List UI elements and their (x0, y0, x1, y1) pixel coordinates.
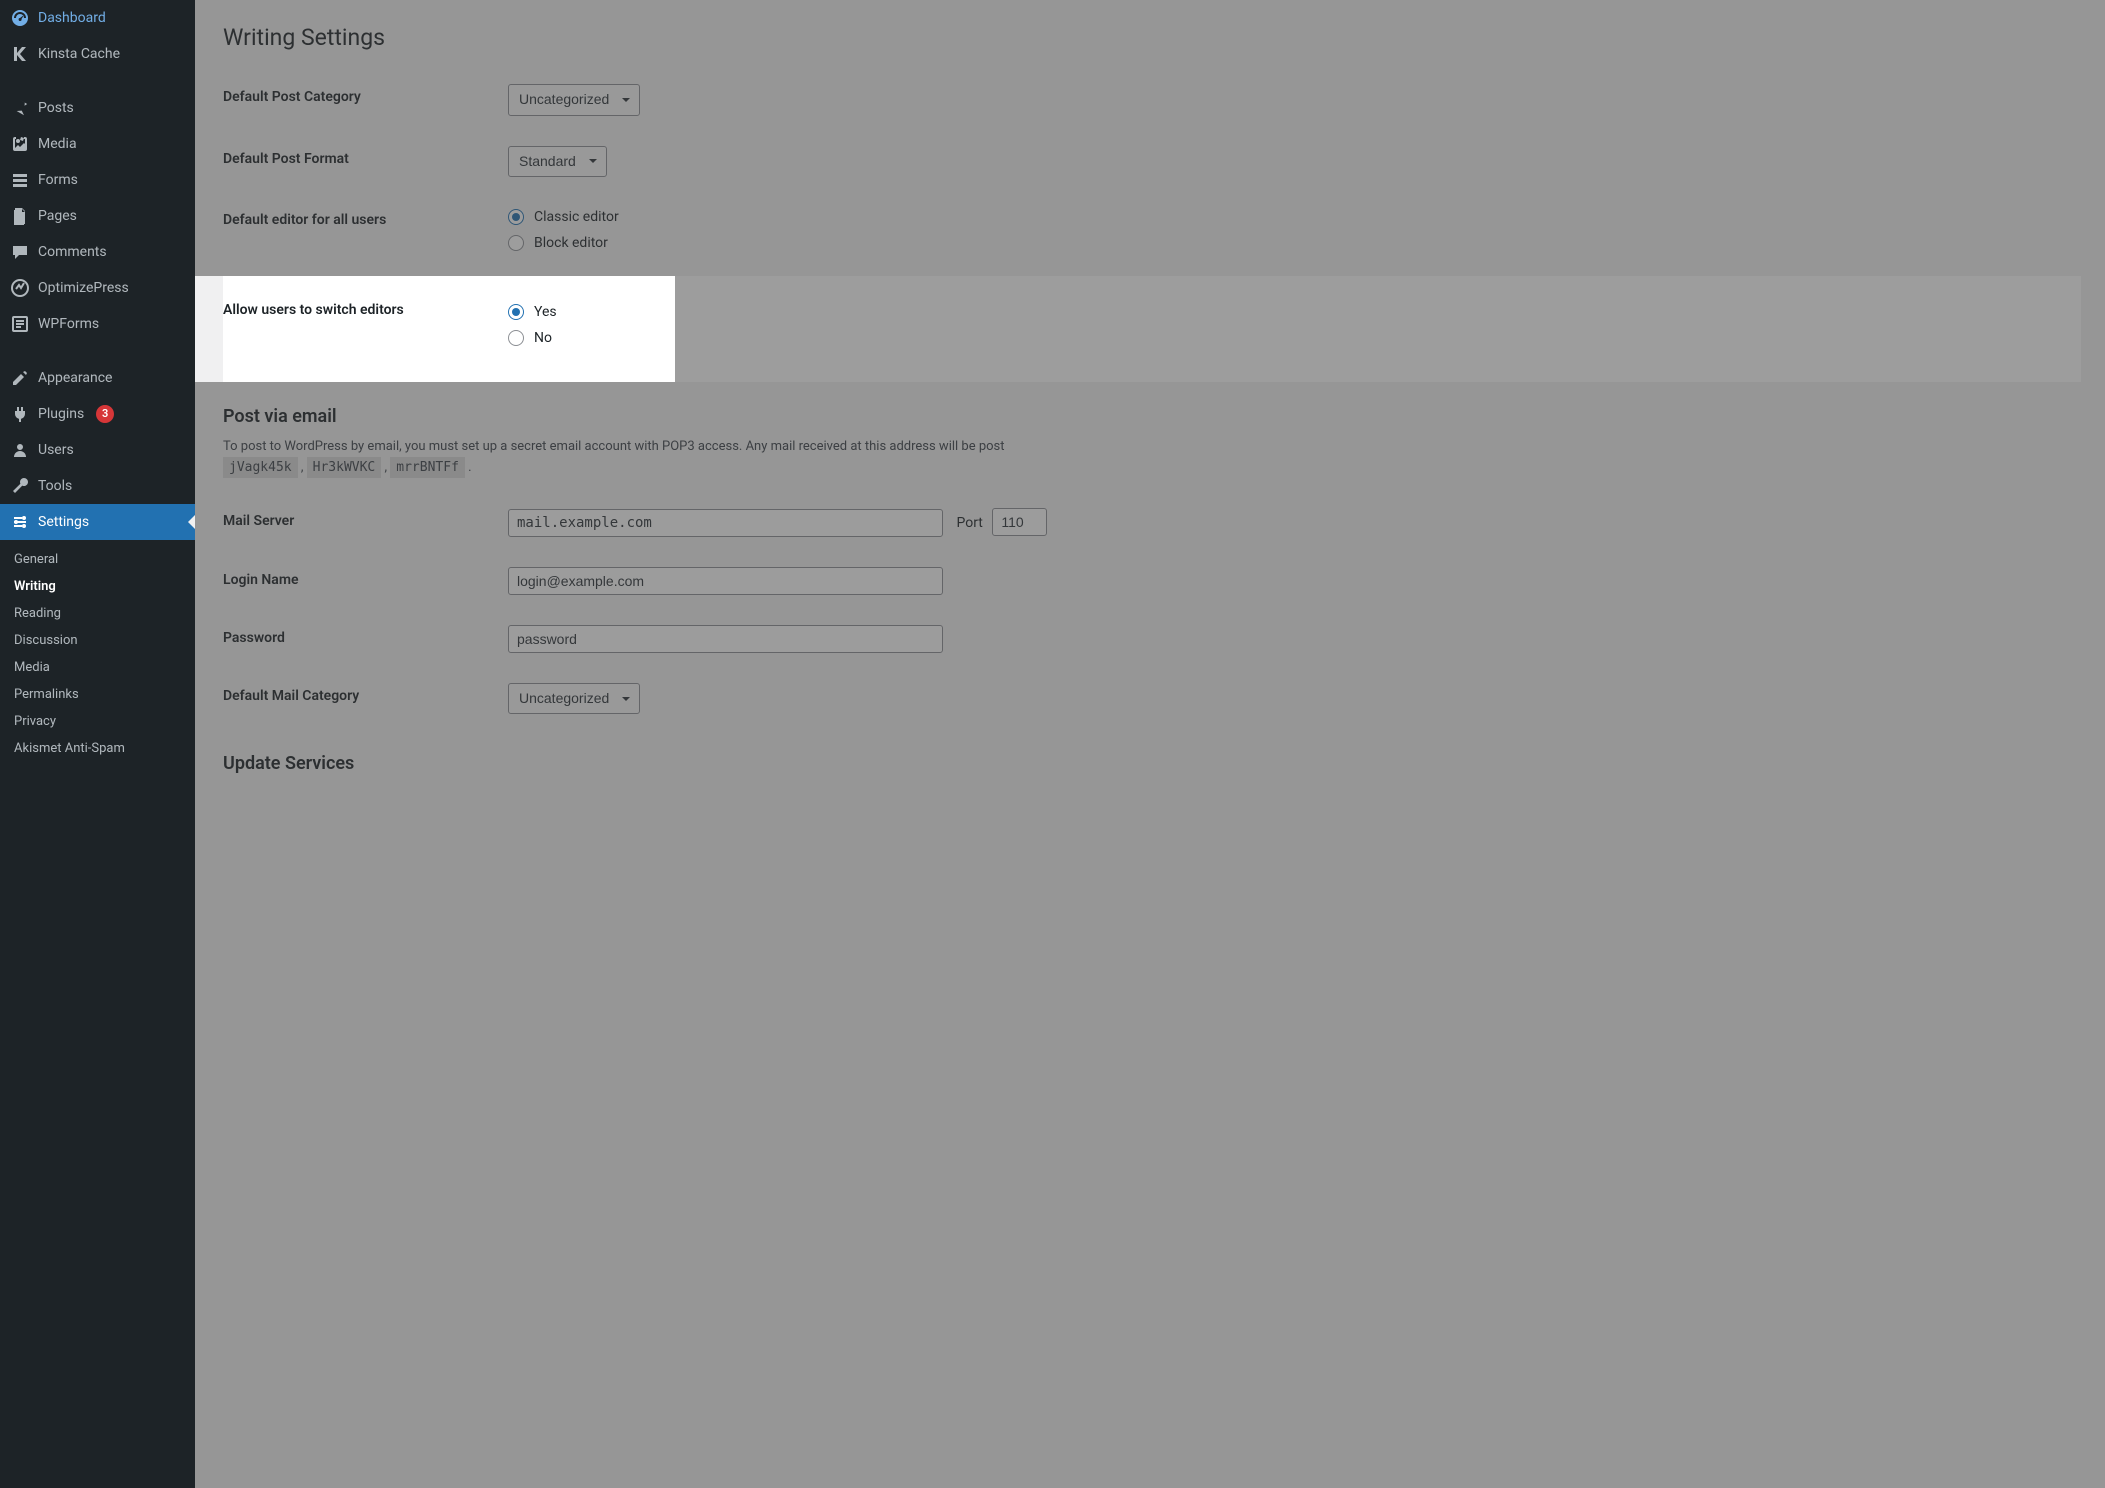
settings-icon (10, 512, 30, 532)
random-code-3: mrrBNTFf (390, 457, 465, 478)
submenu-item-privacy[interactable]: Privacy (0, 708, 195, 735)
sidebar-item-label: Appearance (38, 369, 112, 387)
sidebar-item-label: Settings (38, 513, 89, 531)
radio-icon (508, 235, 524, 251)
appearance-icon (10, 368, 30, 388)
radio-label: No (534, 330, 552, 346)
submenu-item-permalinks[interactable]: Permalinks (0, 681, 195, 708)
main-content: Writing Settings Default Post Category U… (195, 0, 2105, 1488)
sidebar-item-kinsta-cache[interactable]: Kinsta Cache (0, 36, 195, 72)
media-icon (10, 134, 30, 154)
submenu-item-akismet[interactable]: Akismet Anti-Spam (0, 735, 195, 762)
input-port[interactable] (992, 508, 1047, 536)
page-title: Writing Settings (223, 10, 2081, 69)
sidebar-item-label: Users (38, 441, 74, 459)
label-allow-switch-editors: Allow users to switch editors (223, 276, 498, 382)
radio-allow-switch-no[interactable]: No (508, 330, 2071, 346)
sidebar-item-posts[interactable]: Posts (0, 90, 195, 126)
select-default-mail-category[interactable]: Uncategorized (508, 683, 640, 715)
sidebar-item-dashboard[interactable]: Dashboard (0, 0, 195, 36)
input-login-name[interactable] (508, 567, 943, 595)
random-code-1: jVagk45k (223, 457, 298, 478)
desc-post-via-email: To post to WordPress by email, you must … (223, 437, 2081, 479)
radio-icon (508, 330, 524, 346)
sidebar-item-optimizepress[interactable]: OptimizePress (0, 270, 195, 306)
radio-icon (508, 304, 524, 320)
sidebar-item-users[interactable]: Users (0, 432, 195, 468)
label-port: Port (956, 515, 982, 531)
comments-icon (10, 242, 30, 262)
heading-update-services: Update Services (223, 753, 2081, 774)
sidebar-item-tools[interactable]: Tools (0, 468, 195, 504)
pin-icon (10, 98, 30, 118)
sidebar-item-label: Tools (38, 477, 72, 495)
submenu-item-media[interactable]: Media (0, 654, 195, 681)
label-mail-server: Mail Server (223, 493, 498, 552)
heading-post-via-email: Post via email (223, 406, 2081, 427)
radio-icon (508, 209, 524, 225)
label-default-post-category: Default Post Category (223, 69, 498, 131)
sidebar-item-plugins[interactable]: Plugins 3 (0, 396, 195, 432)
sidebar-item-label: WPForms (38, 315, 99, 333)
sidebar-item-media[interactable]: Media (0, 126, 195, 162)
plugins-update-badge: 3 (96, 405, 114, 423)
sidebar-item-label: OptimizePress (38, 279, 129, 297)
sidebar-item-label: Plugins (38, 405, 84, 423)
sidebar-item-pages[interactable]: Pages (0, 198, 195, 234)
tools-icon (10, 476, 30, 496)
submenu-item-discussion[interactable]: Discussion (0, 627, 195, 654)
label-default-post-format: Default Post Format (223, 131, 498, 193)
select-default-post-category[interactable]: Uncategorized (508, 84, 640, 116)
radio-label: Yes (534, 304, 557, 320)
pages-icon (10, 206, 30, 226)
input-mail-server[interactable] (508, 509, 943, 537)
kinsta-icon (10, 44, 30, 64)
sidebar-item-label: Posts (38, 99, 74, 117)
label-default-editor: Default editor for all users (223, 192, 498, 276)
label-login-name: Login Name (223, 552, 498, 610)
sidebar-item-label: Pages (38, 207, 77, 225)
label-default-mail-category: Default Mail Category (223, 668, 498, 730)
settings-submenu: General Writing Reading Discussion Media… (0, 540, 195, 772)
optimize-icon (10, 278, 30, 298)
sidebar-item-comments[interactable]: Comments (0, 234, 195, 270)
radio-default-editor-classic[interactable]: Classic editor (508, 209, 2071, 225)
submenu-item-reading[interactable]: Reading (0, 600, 195, 627)
select-default-post-format[interactable]: Standard (508, 146, 607, 178)
forms-icon (10, 170, 30, 190)
sidebar-item-label: Comments (38, 243, 107, 261)
dashboard-icon (10, 8, 30, 28)
sidebar-item-label: Dashboard (38, 9, 106, 27)
radio-label: Block editor (534, 235, 608, 251)
sidebar-item-label: Kinsta Cache (38, 45, 120, 63)
sidebar-item-forms[interactable]: Forms (0, 162, 195, 198)
random-code-2: Hr3kWVKC (307, 457, 382, 478)
sidebar-item-label: Media (38, 135, 77, 153)
plugins-icon (10, 404, 30, 424)
users-icon (10, 440, 30, 460)
input-password[interactable] (508, 625, 943, 653)
sidebar-item-wpforms[interactable]: WPForms (0, 306, 195, 342)
submenu-item-writing[interactable]: Writing (0, 573, 195, 600)
sidebar-item-settings[interactable]: Settings (0, 504, 195, 540)
wpforms-icon (10, 314, 30, 334)
admin-sidebar: Dashboard Kinsta Cache Posts Media Forms… (0, 0, 195, 1488)
radio-label: Classic editor (534, 209, 619, 225)
sidebar-item-label: Forms (38, 171, 78, 189)
submenu-item-general[interactable]: General (0, 546, 195, 573)
radio-default-editor-block[interactable]: Block editor (508, 235, 2071, 251)
label-password: Password (223, 610, 498, 668)
sidebar-item-appearance[interactable]: Appearance (0, 360, 195, 396)
radio-allow-switch-yes[interactable]: Yes (508, 304, 2071, 320)
